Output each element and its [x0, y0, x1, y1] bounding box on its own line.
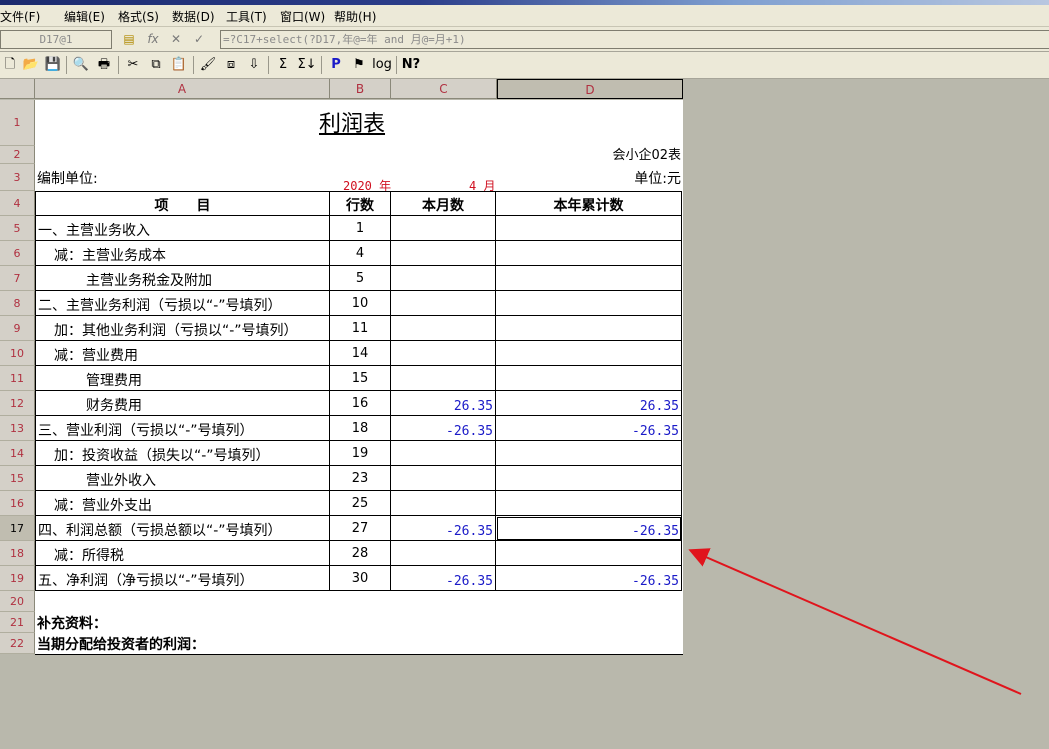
- annotation-arrow: [688, 548, 1022, 695]
